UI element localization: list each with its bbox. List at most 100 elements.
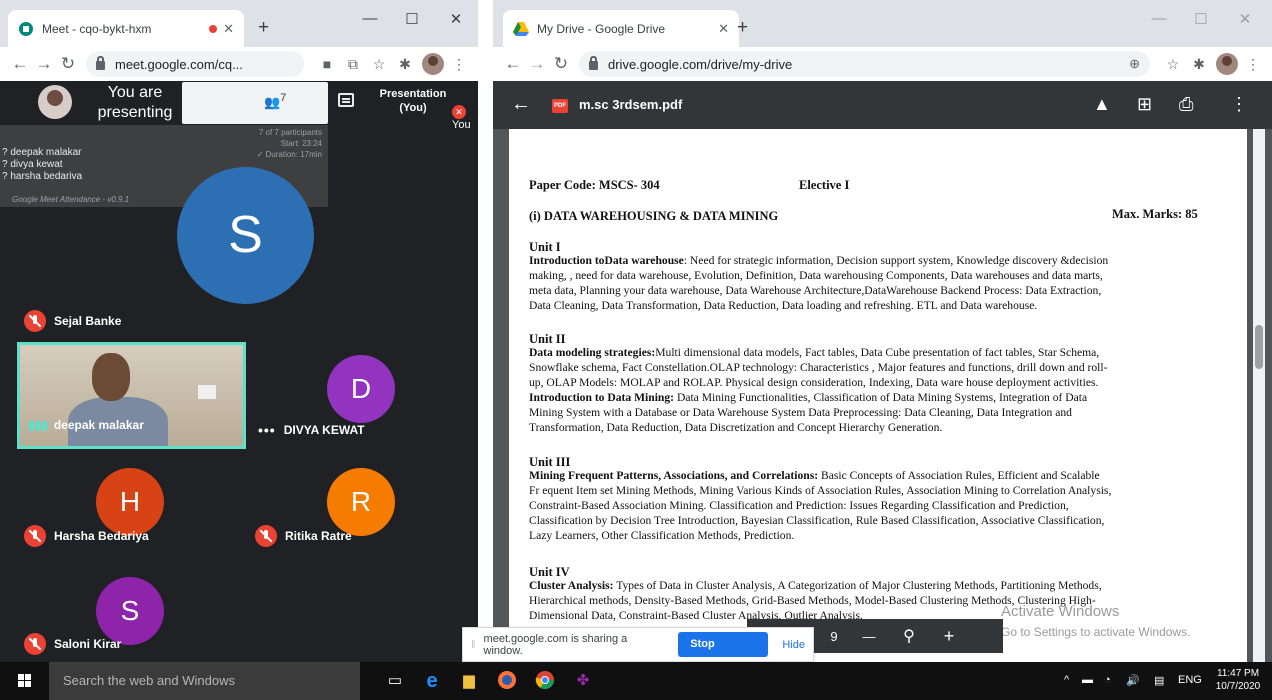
close-window-icon[interactable]: ✕ bbox=[438, 10, 474, 28]
mic-off-icon: ✕ bbox=[452, 105, 466, 119]
activate-windows-title: Activate Windows bbox=[1001, 603, 1120, 620]
menu-kebab-icon[interactable]: ⋮ bbox=[448, 56, 470, 73]
zoom-in-icon[interactable]: + bbox=[929, 626, 969, 647]
presentation-owner: (You) bbox=[399, 102, 427, 114]
translate-icon[interactable]: ⧉ bbox=[342, 56, 364, 73]
new-tab-icon[interactable]: + bbox=[258, 18, 269, 37]
install-icon[interactable]: ⊕ bbox=[1129, 56, 1140, 72]
notifications-icon[interactable]: ▤ bbox=[1154, 674, 1164, 687]
back-icon[interactable]: ← bbox=[501, 54, 525, 74]
maximize-icon[interactable]: ☐ bbox=[1183, 10, 1219, 28]
hide-button[interactable]: Hide bbox=[782, 639, 805, 651]
bookmark-star-icon[interactable]: ☆ bbox=[368, 56, 390, 73]
meet-call-area: You are presenting 👥7 Presentation (You)… bbox=[0, 81, 478, 662]
syllabus-line: making, , need for data warehouse, Evolu… bbox=[529, 269, 1103, 282]
pdf-viewport[interactable]: Paper Code: MSCS- 304 Elective I (i) DAT… bbox=[493, 129, 1272, 662]
extensions-icon[interactable]: ✱ bbox=[1188, 56, 1210, 73]
volume-icon[interactable]: 🔊 bbox=[1126, 674, 1140, 687]
minimize-icon[interactable]: — bbox=[352, 10, 388, 27]
windows-taskbar: Search the web and Windows ▭ e ▆ ✤ ^ ▬ ◔… bbox=[0, 662, 1272, 700]
participant-name: deepak malakar bbox=[53, 418, 144, 432]
camera-icon[interactable]: ■ bbox=[316, 56, 338, 72]
mic-muted-icon bbox=[24, 525, 46, 547]
forward-icon[interactable]: → bbox=[32, 54, 56, 74]
task-view-icon[interactable]: ▭ bbox=[384, 670, 406, 692]
bookmark-star-icon[interactable]: ☆ bbox=[1162, 56, 1184, 73]
clock-time: 11:47 PM bbox=[1216, 668, 1260, 679]
presenting-text: You are presenting bbox=[80, 83, 190, 123]
presentation-label: Presentation bbox=[379, 88, 447, 100]
extensions-icon[interactable]: ✱ bbox=[394, 56, 416, 73]
desktop: Meet - cqo-bykt-hxm ✕ + — ☐ ✕ ← → ↻ meet… bbox=[0, 0, 1272, 700]
pdf-scrollbar-thumb[interactable] bbox=[1255, 325, 1263, 369]
drive-url: drive.google.com/drive/my-drive bbox=[608, 56, 793, 72]
zoom-out-icon[interactable]: — bbox=[849, 629, 889, 644]
pdf-scrollbar[interactable] bbox=[1253, 129, 1265, 662]
close-tab-icon[interactable]: ✕ bbox=[223, 21, 234, 37]
meet-tab-title: Meet - cqo-bykt-hxm bbox=[42, 21, 152, 36]
tray-overflow-icon[interactable]: ^ bbox=[1064, 674, 1069, 686]
syllabus-line: Mining Frequent Patterns, Associations, … bbox=[529, 468, 1234, 483]
line-bold: Cluster Analysis: bbox=[529, 579, 614, 592]
taskbar-search[interactable]: Search the web and Windows bbox=[49, 662, 360, 700]
battery-icon[interactable]: ▬ bbox=[1082, 674, 1093, 686]
close-tab-icon[interactable]: ✕ bbox=[718, 21, 729, 37]
attendance-name: ? deepak malakar bbox=[2, 147, 82, 158]
language-indicator[interactable]: ENG bbox=[1178, 674, 1202, 686]
add-comment-icon[interactable]: ⊞ bbox=[1137, 94, 1152, 115]
presenting-line2: presenting bbox=[97, 104, 173, 121]
maximize-icon[interactable]: ☐ bbox=[394, 10, 430, 28]
zoom-icon[interactable]: ⚲ bbox=[889, 626, 929, 646]
attendance-participants: 7 of 7 participants bbox=[258, 128, 322, 137]
chrome-icon[interactable] bbox=[534, 670, 556, 692]
participant-name-tag: Saloni Kirar bbox=[24, 633, 121, 655]
menu-kebab-icon[interactable]: ⋮ bbox=[1242, 56, 1264, 73]
firefox-icon[interactable] bbox=[496, 670, 518, 692]
drive-tab[interactable]: My Drive - Google Drive ✕ bbox=[503, 10, 739, 47]
participant-name-tag: Sejal Banke bbox=[24, 310, 121, 332]
presenting-line1: You are bbox=[107, 84, 163, 101]
file-explorer-icon[interactable]: ▆ bbox=[458, 670, 480, 692]
wifi-icon[interactable]: ◔ bbox=[1104, 674, 1111, 686]
profile-avatar[interactable] bbox=[422, 53, 444, 75]
meet-tab[interactable]: Meet - cqo-bykt-hxm ✕ bbox=[8, 10, 244, 47]
meet-tabstrip: Meet - cqo-bykt-hxm ✕ + — ☐ ✕ bbox=[0, 0, 478, 47]
syllabus-line: Introduction toData warehouse: Need for … bbox=[529, 253, 1234, 268]
participant-name-tag: ••• DIVYA KEWAT bbox=[258, 422, 365, 438]
drag-handle-icon[interactable]: ‖ bbox=[471, 639, 476, 651]
chat-icon[interactable] bbox=[338, 93, 354, 107]
stop-sharing-button[interactable]: Stop sharing bbox=[678, 632, 769, 675]
reload-icon[interactable]: ↻ bbox=[56, 54, 80, 74]
participant-name: Saloni Kirar bbox=[54, 637, 122, 651]
syllabus-line: Cluster Analysis: Types of Data in Clust… bbox=[529, 578, 1234, 593]
close-window-icon[interactable]: ✕ bbox=[1227, 10, 1263, 28]
minimize-icon[interactable]: — bbox=[1141, 10, 1177, 27]
more-dots-icon: ••• bbox=[258, 422, 276, 438]
syllabus-line: meta data, Planning your data warehouse,… bbox=[529, 284, 1102, 297]
call-controls-box: 👥7 bbox=[182, 82, 328, 124]
meet-address-bar[interactable]: meet.google.com/cq... bbox=[86, 51, 304, 77]
syllabus-line: Hierarchical methods, Density-Based Meth… bbox=[529, 594, 1096, 607]
page-total: 9 bbox=[830, 628, 838, 644]
forward-icon[interactable]: → bbox=[525, 54, 549, 74]
back-arrow-icon[interactable]: ← bbox=[511, 93, 531, 116]
reload-icon[interactable]: ↻ bbox=[549, 54, 573, 74]
add-to-drive-icon[interactable]: ▲ bbox=[1093, 94, 1111, 115]
edge-icon[interactable]: e bbox=[421, 670, 443, 692]
presentation-tile-label[interactable]: Presentation (You) bbox=[376, 87, 450, 119]
participant-video-tile[interactable]: ▮▮▮ deepak malakar bbox=[17, 342, 246, 449]
app-icon[interactable]: ✤ bbox=[572, 670, 594, 692]
profile-avatar[interactable] bbox=[1216, 53, 1238, 75]
lock-icon bbox=[589, 55, 598, 70]
meet-favicon-icon bbox=[19, 21, 33, 36]
new-tab-icon[interactable]: + bbox=[737, 18, 748, 37]
people-icon[interactable]: 👥7 bbox=[264, 92, 286, 110]
print-icon[interactable]: ⎙ bbox=[1179, 94, 1193, 115]
more-options-icon[interactable]: ⋮ bbox=[1230, 94, 1248, 115]
back-icon[interactable]: ← bbox=[8, 54, 32, 74]
taskbar-clock[interactable]: 11:47 PM 10/7/2020 bbox=[1208, 667, 1268, 693]
drive-address-bar[interactable]: drive.google.com/drive/my-drive ⊕ bbox=[579, 51, 1150, 77]
windows-start-icon[interactable] bbox=[18, 674, 32, 688]
attendance-duration: ✓ Duration: 17min bbox=[256, 150, 322, 159]
paper-elective: Elective I bbox=[799, 178, 850, 192]
